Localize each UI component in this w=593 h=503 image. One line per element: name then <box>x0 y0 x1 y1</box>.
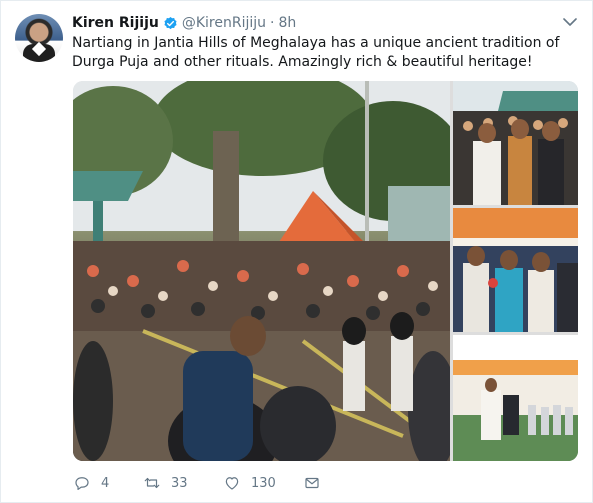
photo-festival-crowd[interactable] <box>73 81 450 461</box>
reply-icon <box>75 477 89 490</box>
tweet-time[interactable]: 8h <box>278 15 296 31</box>
chevron-down-icon[interactable] <box>563 17 577 27</box>
verified-badge-icon <box>164 16 177 29</box>
user-handle[interactable]: @KirenRijiju <box>182 15 266 31</box>
reply-count: 4 <box>101 475 110 491</box>
stage-scene <box>453 335 578 461</box>
retweet-count: 33 <box>171 475 188 491</box>
separator-dot: · <box>270 15 275 31</box>
photo-group-canopy[interactable] <box>453 208 578 332</box>
retweet-icon <box>144 477 160 489</box>
envelope-icon <box>305 477 319 489</box>
like-count: 130 <box>251 475 276 491</box>
tweet-card[interactable]: Kiren Rijiju @KirenRijiju · 8h Nartiang … <box>0 0 593 503</box>
reply-button[interactable]: 4 <box>73 474 143 492</box>
avatar[interactable] <box>15 14 63 62</box>
heart-icon <box>225 477 239 490</box>
retweet-button[interactable]: 33 <box>143 474 223 492</box>
photo-stage-event[interactable] <box>453 335 578 461</box>
tweet-media-grid[interactable] <box>73 81 578 461</box>
photo-dignitaries-gathering[interactable] <box>453 81 578 205</box>
direct-message-button[interactable] <box>303 474 321 492</box>
canopy-scene <box>453 208 578 332</box>
gathering-scene <box>453 81 578 205</box>
festival-scene <box>73 81 450 461</box>
like-button[interactable]: 130 <box>223 474 303 492</box>
user-name[interactable]: Kiren Rijiju <box>72 15 159 31</box>
tweet-actions: 4 33 130 <box>73 473 321 493</box>
tweet-text: Nartiang in Jantia Hills of Meghalaya ha… <box>72 35 560 70</box>
tweet-header: Kiren Rijiju @KirenRijiju · 8h <box>72 13 296 33</box>
